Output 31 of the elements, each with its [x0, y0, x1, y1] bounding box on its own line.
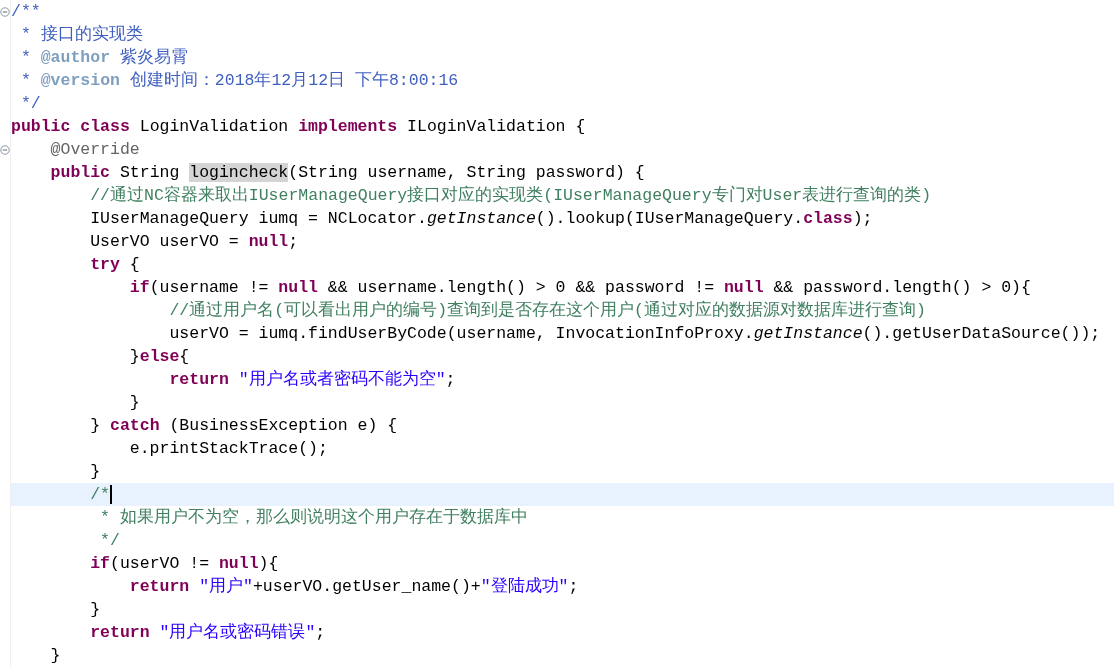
code-line: @Override: [49, 139, 140, 161]
code-line: * @author 紫炎易霄: [19, 47, 188, 69]
code-line: public class LoginValidation implements ILoginValidation {: [11, 116, 586, 138]
code-line: //通过用户名(可以看出用户的编号)查询到是否存在这个用户(通过对应的数据源对数据库进行查询): [168, 299, 926, 322]
code-line: userVO = iumq.findUserByCode(username, InvocationInfoProxy.getInstance().getUserDataSource());: [168, 323, 1101, 345]
code-line: return "用户名或者密码不能为空";: [168, 368, 456, 391]
code-line: }: [49, 645, 61, 667]
collapse-icon[interactable]: [0, 144, 10, 155]
code-line: }: [89, 461, 101, 483]
code-line: if(userVO != null){: [89, 553, 279, 575]
code-line: }: [128, 392, 140, 414]
collapse-icon[interactable]: [0, 6, 10, 17]
code-line: * 如果用户不为空，那么则说明这个用户存在于数据库中: [99, 506, 528, 529]
code-line: /**: [11, 1, 41, 23]
code-line: }: [89, 599, 101, 621]
code-line: * 接口的实现类: [19, 24, 143, 46]
code-line: return "用户名或密码错误";: [89, 621, 326, 644]
code-line: * @version 创建时间：2018年12月12日 下午8:00:16: [19, 70, 459, 92]
code-line: if(username != null && username.length() > 0 && password != null && password.length() > 0){: [128, 277, 1031, 299]
code-line: }else{: [128, 346, 190, 368]
code-line: try {: [89, 254, 140, 276]
code-line: /*: [89, 484, 111, 506]
code-line: UserVO userVO = null;: [89, 231, 299, 253]
code-line: return "用户"+userVO.getUser_name()+"登陆成功";: [128, 576, 579, 598]
code-line: public String logincheck(String username, String password) {: [49, 162, 645, 184]
code-line: */: [99, 530, 120, 552]
code-line: IUserManageQuery iumq = NCLocator.getInstance().lookup(IUserManageQuery.class);: [89, 208, 873, 230]
code-line: //通过NC容器来取出IUserManageQuery接口对应的实现类(IUserManageQuery专门对User表进行查询的类): [89, 184, 932, 207]
code-line: */: [19, 93, 41, 115]
code-line: } catch (BusinessException e) {: [89, 415, 398, 437]
code-line: e.printStackTrace();: [128, 438, 328, 460]
